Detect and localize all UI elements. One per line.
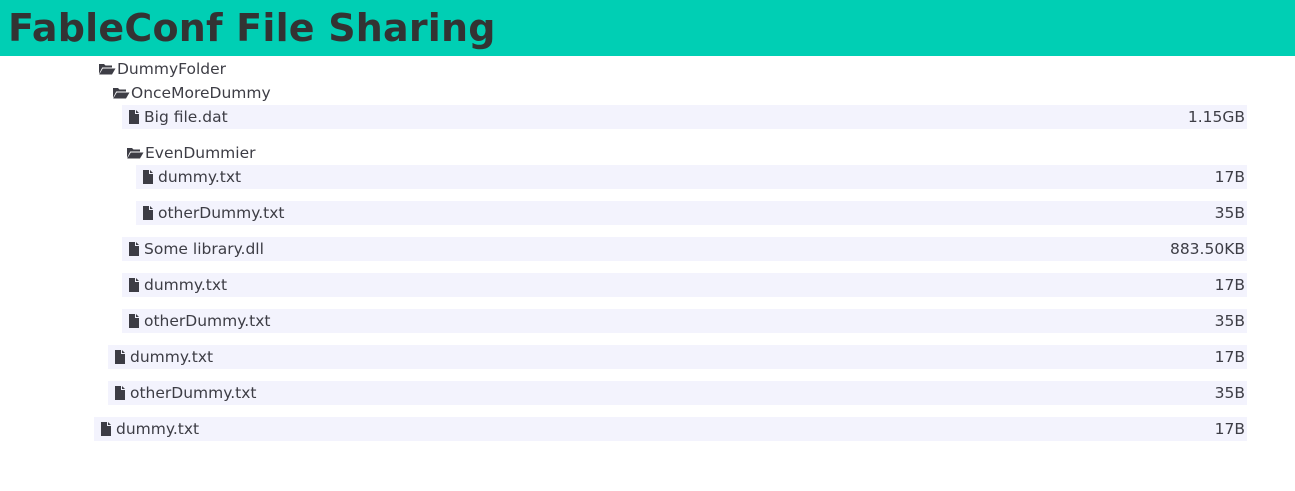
- file-row[interactable]: dummy.txt 17B: [136, 165, 1247, 189]
- file-size: 35B: [1214, 384, 1245, 402]
- file-name: Some library.dll: [144, 240, 264, 258]
- file-size: 1.15GB: [1187, 108, 1245, 126]
- file-icon: [112, 385, 128, 401]
- file-tree: DummyFolder OnceMoreDummy Big file.dat 1…: [0, 0, 1295, 491]
- file-icon: [126, 277, 142, 293]
- file-row[interactable]: dummy.txt 17B: [94, 417, 1247, 441]
- file-size: 17B: [1214, 420, 1245, 438]
- file-name: otherDummy.txt: [158, 204, 285, 222]
- file-size: 17B: [1214, 276, 1245, 294]
- file-name: otherDummy.txt: [144, 312, 271, 330]
- folder-open-icon: [98, 61, 116, 77]
- file-icon: [98, 421, 114, 437]
- file-icon: [126, 313, 142, 329]
- file-name: dummy.txt: [144, 276, 228, 294]
- folder-name: EvenDummier: [145, 144, 256, 162]
- file-row[interactable]: Some library.dll 883.50KB: [122, 237, 1247, 261]
- folder-open-icon: [126, 145, 144, 161]
- folder-name: OnceMoreDummy: [131, 84, 271, 102]
- file-row[interactable]: otherDummy.txt 35B: [108, 381, 1247, 405]
- file-size: 35B: [1214, 312, 1245, 330]
- folder-open-icon: [112, 85, 130, 101]
- file-name: otherDummy.txt: [130, 384, 257, 402]
- file-row[interactable]: otherDummy.txt 35B: [122, 309, 1247, 333]
- file-name: dummy.txt: [158, 168, 242, 186]
- file-name: dummy.txt: [116, 420, 200, 438]
- file-icon: [126, 241, 142, 257]
- file-size: 17B: [1214, 348, 1245, 366]
- folder-name: DummyFolder: [117, 60, 227, 78]
- file-name: dummy.txt: [130, 348, 214, 366]
- file-size: 17B: [1214, 168, 1245, 186]
- file-size: 883.50KB: [1169, 240, 1245, 258]
- file-icon: [140, 205, 156, 221]
- file-row[interactable]: Big file.dat 1.15GB: [122, 105, 1247, 129]
- file-row[interactable]: dummy.txt 17B: [108, 345, 1247, 369]
- file-row[interactable]: dummy.txt 17B: [122, 273, 1247, 297]
- file-icon: [140, 169, 156, 185]
- file-icon: [112, 349, 128, 365]
- file-row[interactable]: otherDummy.txt 35B: [136, 201, 1247, 225]
- file-name: Big file.dat: [144, 108, 228, 126]
- file-icon: [126, 109, 142, 125]
- file-size: 35B: [1214, 204, 1245, 222]
